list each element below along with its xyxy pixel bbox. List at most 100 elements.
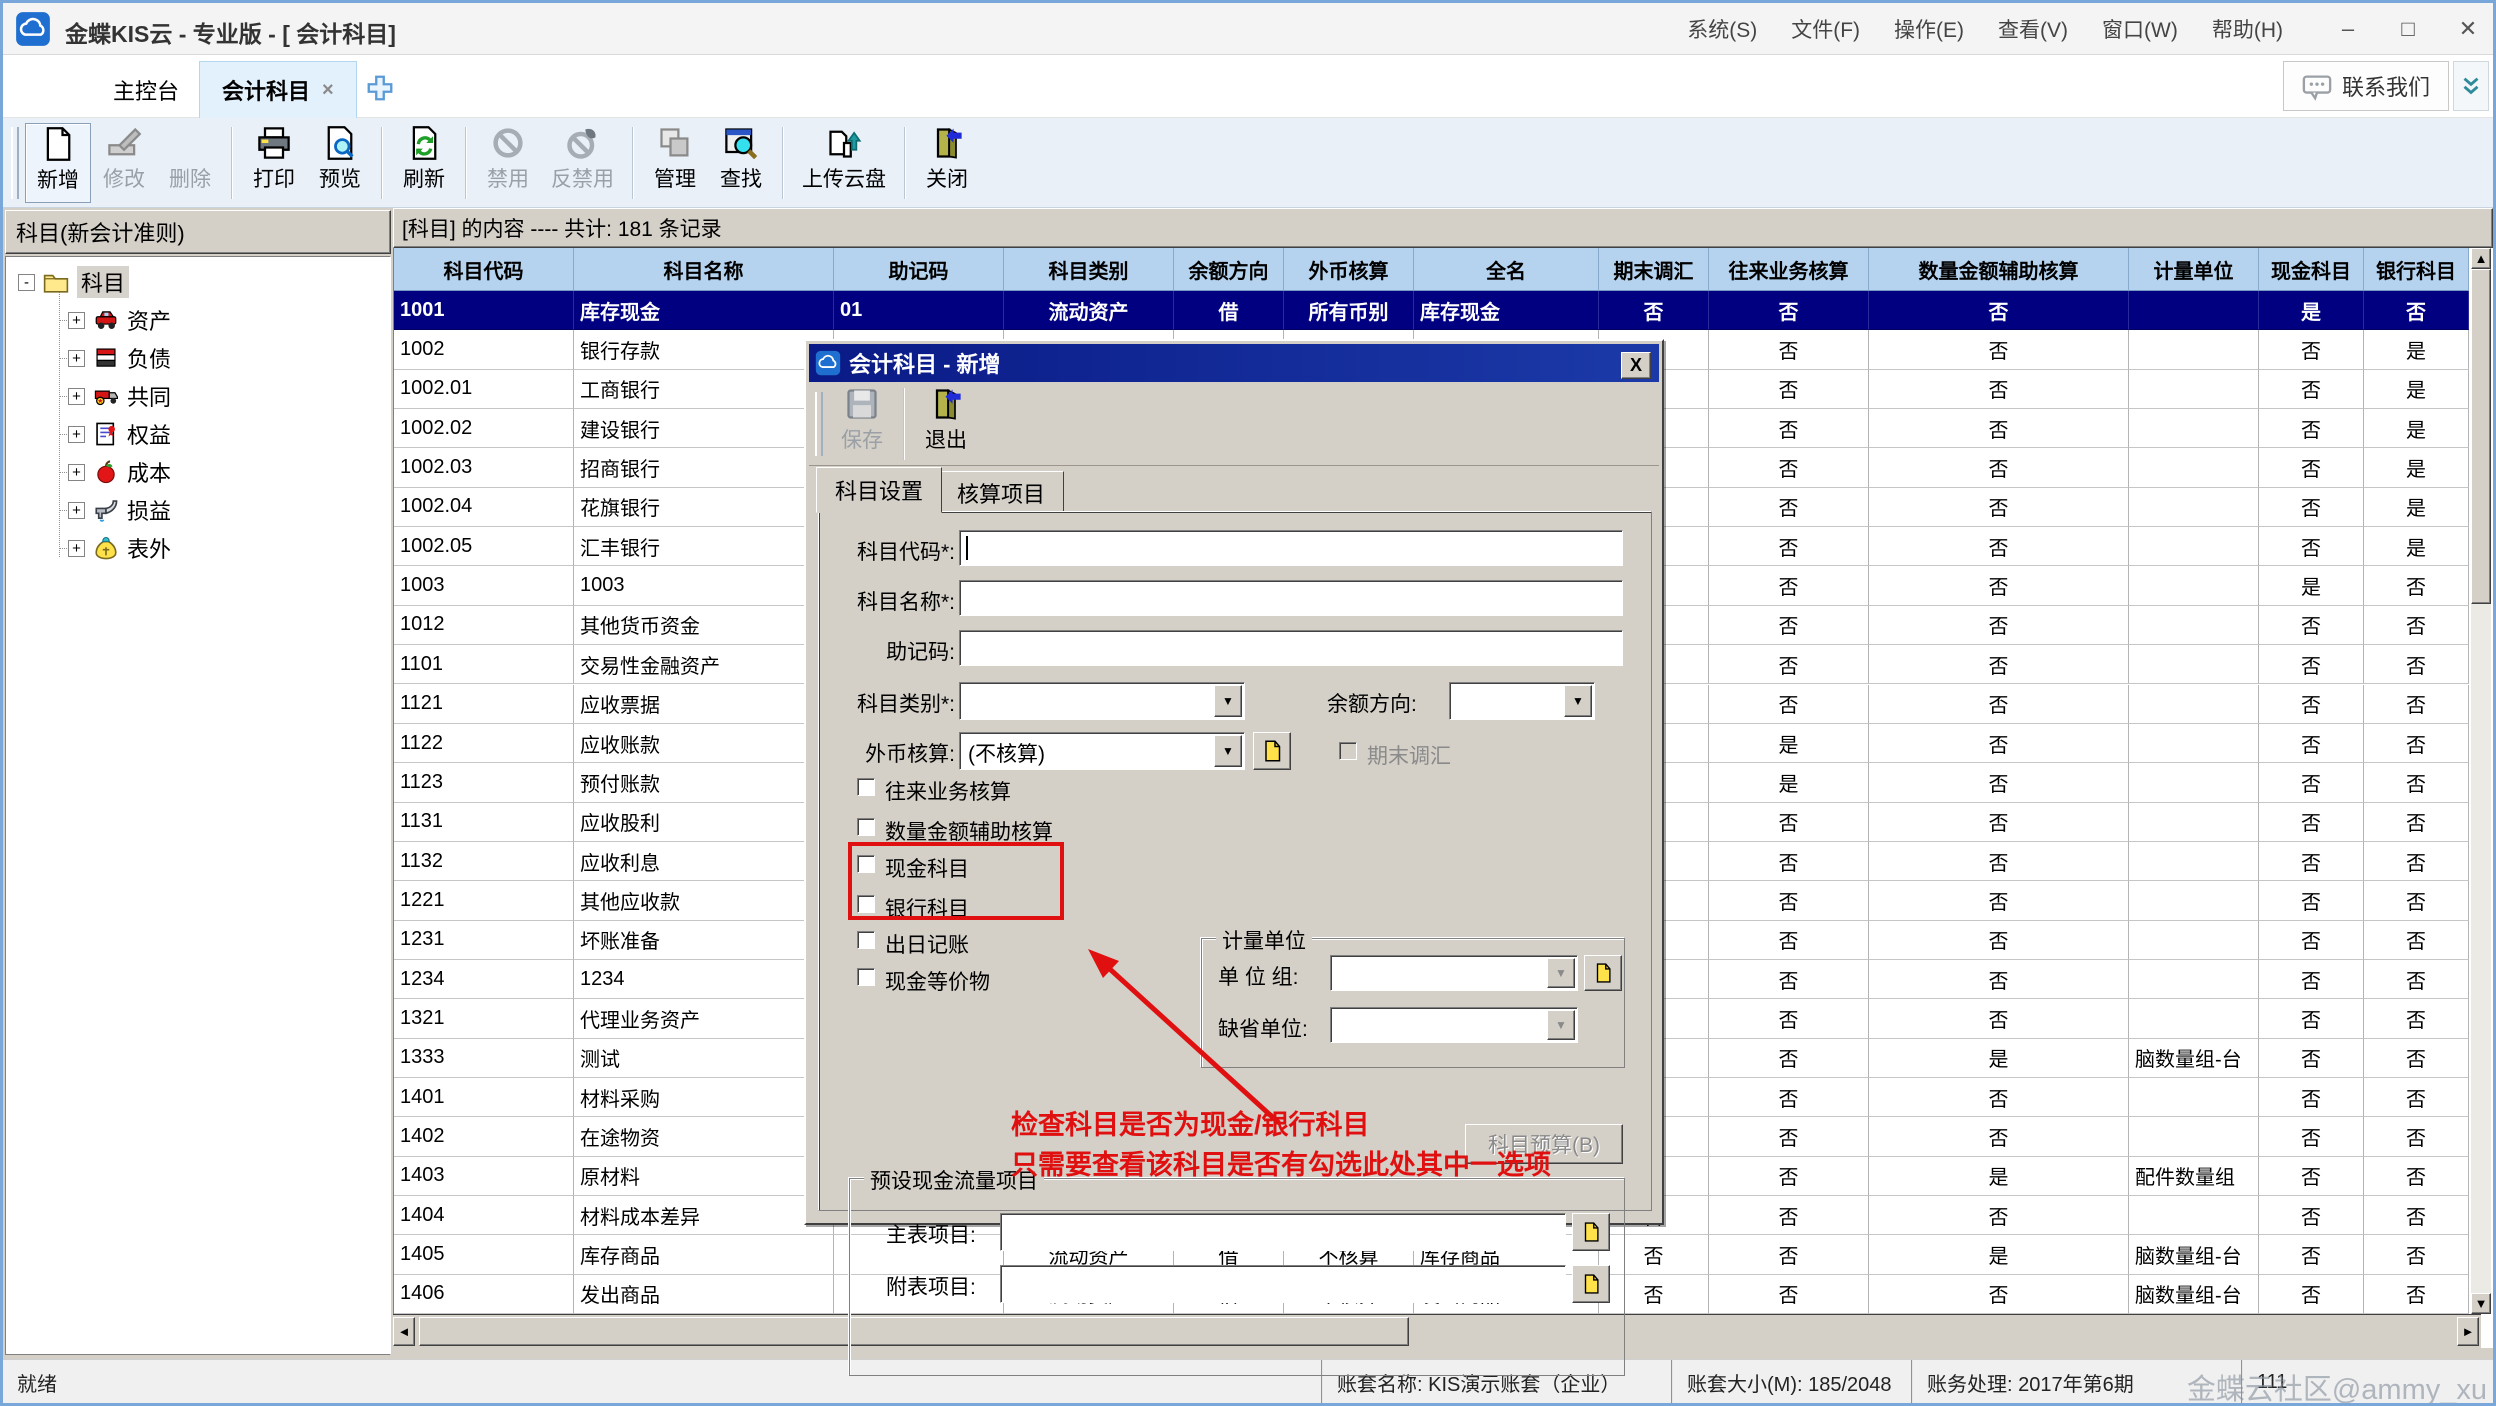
table-cell: 否 [2259, 448, 2364, 487]
tree-collapse-toggle[interactable]: - [18, 274, 35, 291]
code-input[interactable] [959, 530, 1623, 566]
tree-expand-toggle[interactable]: + [68, 540, 85, 557]
sub-item-input[interactable] [1000, 1265, 1566, 1303]
toolbar-button-删除[interactable]: 删除 [157, 123, 223, 203]
scroll-left-icon[interactable]: ◄ [393, 1317, 415, 1346]
table-cell: 脑数量组-台 [2129, 1039, 2259, 1078]
toolbar-button-禁用[interactable]: 禁用 [475, 123, 541, 203]
tree-item-共同[interactable]: +共同 [68, 379, 171, 413]
dropdown-arrow-icon[interactable]: ▼ [1214, 735, 1242, 767]
tree-expand-toggle[interactable]: + [68, 312, 85, 329]
toolbar-button-反禁用[interactable]: 反禁用 [541, 123, 624, 203]
tree-expand-toggle[interactable]: + [68, 464, 85, 481]
dropdown-arrow-icon[interactable]: ▼ [1564, 685, 1592, 717]
main-item-lookup-button[interactable] [1572, 1213, 1610, 1251]
column-header-科目类别[interactable]: 科目类别 [1004, 248, 1174, 291]
tree-root-subjects[interactable]: -科目 [18, 265, 129, 299]
main-item-input[interactable] [1000, 1213, 1566, 1251]
dialog-tab-accounting-items[interactable]: 核算项目 [938, 471, 1064, 513]
column-header-助记码[interactable]: 助记码 [834, 248, 1004, 291]
dialog-exit-button[interactable]: 退出 [913, 384, 979, 464]
dialog-close-button[interactable]: X [1621, 352, 1651, 379]
dialog-save-button[interactable]: 保存 [829, 384, 895, 464]
tree-expand-toggle[interactable]: + [68, 426, 85, 443]
toolbar-separator [782, 127, 784, 199]
table-row[interactable]: 1001库存现金01流动资产借所有币别库存现金否否否是否 [394, 291, 2469, 330]
column-header-银行科目[interactable]: 银行科目 [2364, 248, 2469, 291]
table-cell: 否 [1709, 606, 1869, 645]
table-cell: 否 [1709, 448, 1869, 487]
table-cell: 否 [1869, 566, 2129, 605]
default-unit-combobox[interactable]: ▼ [1330, 1007, 1578, 1043]
toolbar-button-新增[interactable]: 新增 [25, 123, 91, 203]
direction-combobox[interactable]: ▼ [1449, 682, 1595, 720]
toolbar-button-管理[interactable]: 管理 [642, 123, 708, 203]
column-header-科目名称[interactable]: 科目名称 [574, 248, 834, 291]
column-header-科目代码[interactable]: 科目代码 [394, 248, 574, 291]
toolbar-button-修改[interactable]: 修改 [91, 123, 157, 203]
dialog-tab-subject-settings[interactable]: 科目设置 [816, 467, 942, 513]
tree-item-权益[interactable]: +权益 [68, 417, 171, 451]
tree-item-负债[interactable]: +负债 [68, 341, 171, 375]
minimize-button[interactable]: – [2331, 16, 2365, 42]
toolbar-grip[interactable] [11, 127, 19, 199]
menu-item[interactable]: 帮助(H) [2212, 14, 2283, 44]
tree-item-表外[interactable]: +表外 [68, 531, 171, 565]
scroll-up-icon[interactable]: ▲ [2471, 248, 2491, 269]
toolbar-button-上传云盘[interactable]: 上传云盘 [792, 123, 896, 203]
menu-item[interactable]: 操作(E) [1894, 14, 1964, 44]
column-header-余额方向[interactable]: 余额方向 [1174, 248, 1284, 291]
scroll-right-icon[interactable]: ► [2457, 1317, 2479, 1346]
tree-item-成本[interactable]: +成本 [68, 455, 171, 489]
dropdown-arrow-icon[interactable]: ▼ [1214, 685, 1242, 717]
tab-close-icon[interactable]: × [322, 79, 334, 102]
tab-console[interactable]: 主控台 [91, 61, 201, 118]
tree-item-资产[interactable]: +资产 [68, 303, 171, 337]
ban-icon [490, 125, 526, 161]
menu-item[interactable]: 窗口(W) [2102, 14, 2178, 44]
tree-expand-toggle[interactable]: + [68, 350, 85, 367]
close-button[interactable]: ✕ [2451, 16, 2485, 42]
toolbar-button-刷新[interactable]: 刷新 [391, 123, 457, 203]
checkbox-往来业务核算[interactable] [857, 778, 875, 796]
column-header-现金科目[interactable]: 现金科目 [2259, 248, 2364, 291]
unit-group-combobox[interactable]: ▼ [1330, 955, 1578, 991]
menu-item[interactable]: 查看(V) [1998, 14, 2068, 44]
unit-group-lookup-button[interactable] [1584, 955, 1622, 991]
mnemonic-input[interactable] [959, 630, 1623, 666]
toolbar-button-关闭[interactable]: 关闭 [914, 123, 980, 203]
menu-item[interactable]: 文件(F) [1791, 14, 1860, 44]
new-tab-plus-icon[interactable] [365, 73, 395, 103]
category-combobox[interactable]: ▼ [959, 682, 1245, 720]
maximize-button[interactable]: □ [2391, 16, 2425, 42]
tree-expand-toggle[interactable]: + [68, 502, 85, 519]
collapse-toolbar-button[interactable] [2453, 61, 2489, 111]
checkbox-出日记账[interactable] [857, 931, 875, 949]
tree-item-损益[interactable]: +损益 [68, 493, 171, 527]
name-input[interactable] [959, 580, 1623, 616]
tree-expand-toggle[interactable]: + [68, 388, 85, 405]
sub-item-lookup-button[interactable] [1572, 1265, 1610, 1303]
column-header-计量单位[interactable]: 计量单位 [2129, 248, 2259, 291]
checkbox-现金等价物[interactable] [857, 968, 875, 986]
refresh-icon [406, 125, 442, 161]
contact-us-button[interactable]: 联系我们 [2283, 61, 2449, 111]
column-header-外币核算[interactable]: 外币核算 [1284, 248, 1414, 291]
currency-combobox[interactable]: (不核算) ▼ [959, 732, 1245, 770]
column-header-期末调汇[interactable]: 期末调汇 [1599, 248, 1709, 291]
tab-accounting-subjects[interactable]: 会计科目 × [199, 61, 357, 118]
scroll-down-icon[interactable]: ▼ [2471, 1293, 2491, 1314]
currency-lookup-button[interactable] [1253, 732, 1291, 770]
checkbox-数量金额辅助核算[interactable] [857, 818, 875, 836]
table-vertical-scrollbar[interactable]: ▲ ▼ [2471, 248, 2491, 1314]
menu-item[interactable]: 系统(S) [1687, 14, 1757, 44]
toolbar-button-预览[interactable]: 预览 [307, 123, 373, 203]
column-header-往来业务核算[interactable]: 往来业务核算 [1709, 248, 1869, 291]
vertical-scroll-thumb[interactable] [2471, 269, 2491, 604]
column-header-全名[interactable]: 全名 [1414, 248, 1599, 291]
toolbar-button-查找[interactable]: 查找 [708, 123, 774, 203]
common-icon [93, 383, 119, 409]
table-cell: 否 [1869, 409, 2129, 448]
toolbar-button-打印[interactable]: 打印 [241, 123, 307, 203]
column-header-数量金额辅助核算[interactable]: 数量金额辅助核算 [1869, 248, 2129, 291]
